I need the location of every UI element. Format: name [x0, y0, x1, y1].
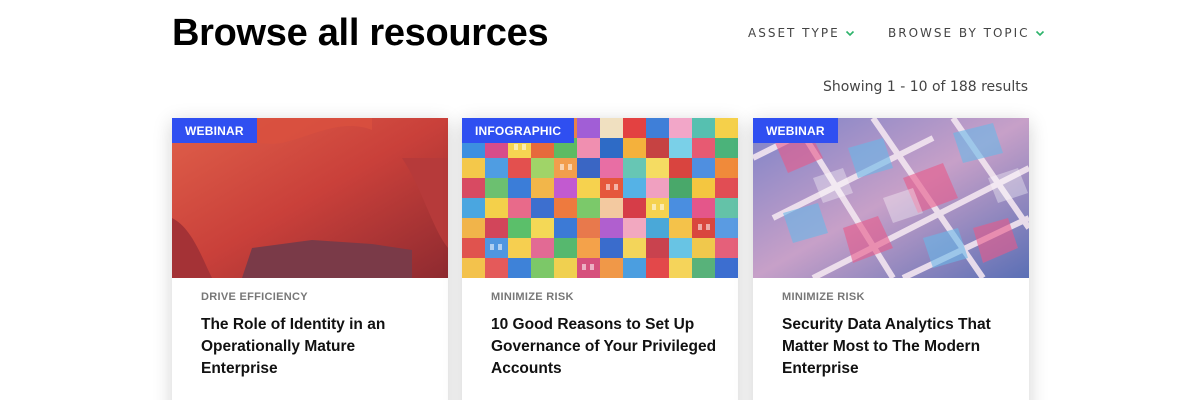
results-count: Showing 1 - 10 of 188 results — [822, 79, 1028, 95]
asset-type-dropdown[interactable]: ASSET TYPE — [748, 26, 856, 40]
chevron-down-icon — [1034, 27, 1046, 39]
card-topic-label: DRIVE EFFICIENCY — [201, 291, 308, 303]
resource-card[interactable]: WEBINAR DRIVE EFFICIENCY The Role of Ide… — [172, 118, 448, 400]
asset-type-badge: WEBINAR — [753, 118, 838, 143]
asset-type-badge: WEBINAR — [172, 118, 257, 143]
resource-card[interactable]: WEBINAR MINIMIZE RISK Security Data Anal… — [753, 118, 1029, 400]
card-title-link[interactable]: 10 Good Reasons to Set Up Governance of … — [491, 314, 721, 380]
page-title: Browse all resources — [172, 12, 549, 54]
card-topic-label: MINIMIZE RISK — [491, 291, 574, 303]
card-thumbnail-image: WEBINAR — [172, 118, 448, 278]
card-topic-label: MINIMIZE RISK — [782, 291, 865, 303]
resource-card[interactable]: INFOGRAPHIC MINIMIZE RISK 10 Good Reason… — [462, 118, 738, 400]
card-title-link[interactable]: Security Data Analytics That Matter Most… — [782, 314, 1012, 380]
card-title-link[interactable]: The Role of Identity in an Operationally… — [201, 314, 431, 380]
asset-type-badge: INFOGRAPHIC — [462, 118, 575, 143]
card-thumbnail-image: INFOGRAPHIC — [462, 118, 738, 278]
card-thumbnail-image: WEBINAR — [753, 118, 1029, 278]
chevron-down-icon — [844, 27, 856, 39]
browse-by-topic-label: BROWSE BY TOPIC — [888, 26, 1030, 40]
asset-type-label: ASSET TYPE — [748, 26, 840, 40]
browse-by-topic-dropdown[interactable]: BROWSE BY TOPIC — [888, 26, 1046, 40]
